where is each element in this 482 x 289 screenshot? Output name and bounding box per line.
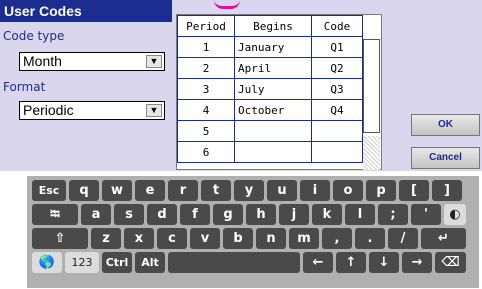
chevron-down-icon[interactable]: ▼ <box>146 104 162 117</box>
key-s[interactable]: s <box>114 204 144 225</box>
key-y[interactable]: y <box>234 180 264 201</box>
on-screen-keyboard: Esc q w e r t y u i o p [ ] ⭾ a s d f g … <box>27 176 479 288</box>
key-u[interactable]: u <box>267 180 297 201</box>
cancel-button[interactable]: Cancel <box>411 147 480 169</box>
arrow-right-icon[interactable]: → <box>402 252 432 273</box>
key-i[interactable]: i <box>300 180 330 201</box>
key-o[interactable]: o <box>333 180 363 201</box>
enter-icon[interactable]: ↵ <box>421 228 466 249</box>
code-type-select[interactable]: Month ▼ <box>19 52 165 71</box>
window-title: User Codes <box>0 0 172 22</box>
table-row[interactable]: 3 July Q3 <box>177 78 363 100</box>
globe-icon[interactable]: 🌎 <box>32 252 62 273</box>
format-select[interactable]: Periodic ▼ <box>19 101 165 120</box>
key-slash[interactable]: / <box>388 228 418 249</box>
chevron-down-icon[interactable]: ▼ <box>146 55 162 68</box>
key-close-bracket[interactable]: ] <box>432 180 462 201</box>
key-period[interactable]: . <box>355 228 385 249</box>
begins-cell[interactable]: January <box>234 36 312 58</box>
key-a[interactable]: a <box>81 204 111 225</box>
key-alt[interactable]: Alt <box>135 252 165 273</box>
key-open-bracket[interactable]: [ <box>399 180 429 201</box>
begins-cell[interactable]: October <box>234 99 312 121</box>
key-h[interactable]: h <box>246 204 276 225</box>
table-row[interactable]: 1 January Q1 <box>177 36 363 58</box>
code-cell[interactable]: Q4 <box>311 99 363 121</box>
key-k[interactable]: k <box>312 204 342 225</box>
key-123[interactable]: 123 <box>65 252 99 273</box>
period-cell: 5 <box>177 120 235 142</box>
key-n[interactable]: n <box>256 228 286 249</box>
key-m[interactable]: m <box>289 228 319 249</box>
key-g[interactable]: g <box>213 204 243 225</box>
arrow-left-icon[interactable]: ← <box>303 252 333 273</box>
code-type-value: Month <box>23 53 62 69</box>
column-header-period: Period <box>177 15 235 37</box>
period-cell: 4 <box>177 99 235 121</box>
code-cell[interactable] <box>311 141 363 163</box>
contrast-icon[interactable]: ◐ <box>444 204 466 225</box>
begins-cell[interactable] <box>234 141 312 163</box>
key-r[interactable]: r <box>168 180 198 201</box>
format-value: Periodic <box>23 102 74 118</box>
key-j[interactable]: j <box>279 204 309 225</box>
key-apostrophe[interactable]: ' <box>411 204 441 225</box>
code-cell[interactable]: Q3 <box>311 78 363 100</box>
key-comma[interactable]: , <box>322 228 352 249</box>
code-cell[interactable]: Q2 <box>311 57 363 79</box>
code-cell[interactable]: Q1 <box>311 36 363 58</box>
key-p[interactable]: p <box>366 180 396 201</box>
periods-table: Period Begins Code 1 January Q1 2 April … <box>176 14 382 170</box>
begins-cell[interactable]: April <box>234 57 312 79</box>
arrow-down-icon[interactable]: ↓ <box>369 252 399 273</box>
tab-icon[interactable]: ⭾ <box>32 204 78 225</box>
ok-button[interactable]: OK <box>411 114 480 136</box>
period-cell: 6 <box>177 141 235 163</box>
begins-cell[interactable]: July <box>234 78 312 100</box>
key-c[interactable]: c <box>157 228 187 249</box>
table-row[interactable]: 2 April Q2 <box>177 57 363 79</box>
key-l[interactable]: l <box>345 204 375 225</box>
key-z[interactable]: z <box>91 228 121 249</box>
key-f[interactable]: f <box>180 204 210 225</box>
arrow-up-icon[interactable]: ↑ <box>336 252 366 273</box>
column-header-begins: Begins <box>234 15 312 37</box>
code-type-label: Code type <box>3 29 65 43</box>
format-label: Format <box>3 80 46 94</box>
period-cell: 2 <box>177 57 235 79</box>
table-scrollbar[interactable] <box>363 39 380 133</box>
period-cell: 3 <box>177 78 235 100</box>
key-b[interactable]: b <box>223 228 253 249</box>
table-row[interactable]: 5 <box>177 120 363 142</box>
key-e[interactable]: e <box>135 180 165 201</box>
table-row[interactable]: 4 October Q4 <box>177 99 363 121</box>
key-w[interactable]: w <box>102 180 132 201</box>
key-q[interactable]: q <box>69 180 99 201</box>
shift-icon[interactable]: ⇧ <box>32 228 88 249</box>
table-header-row: Period Begins Code <box>177 15 363 37</box>
key-v[interactable]: v <box>190 228 220 249</box>
code-cell[interactable] <box>311 120 363 142</box>
key-ctrl[interactable]: Ctrl <box>102 252 132 273</box>
key-x[interactable]: x <box>124 228 154 249</box>
scrollbar-track[interactable] <box>363 136 380 170</box>
backspace-icon[interactable]: ⌫ <box>435 252 466 273</box>
key-semicolon[interactable]: ; <box>378 204 408 225</box>
column-header-code: Code <box>311 15 363 37</box>
key-esc[interactable]: Esc <box>32 180 66 201</box>
period-cell: 1 <box>177 36 235 58</box>
table-row[interactable]: 6 <box>177 141 363 163</box>
begins-cell[interactable] <box>234 120 312 142</box>
key-d[interactable]: d <box>147 204 177 225</box>
key-space[interactable] <box>168 252 300 273</box>
key-t[interactable]: t <box>201 180 231 201</box>
